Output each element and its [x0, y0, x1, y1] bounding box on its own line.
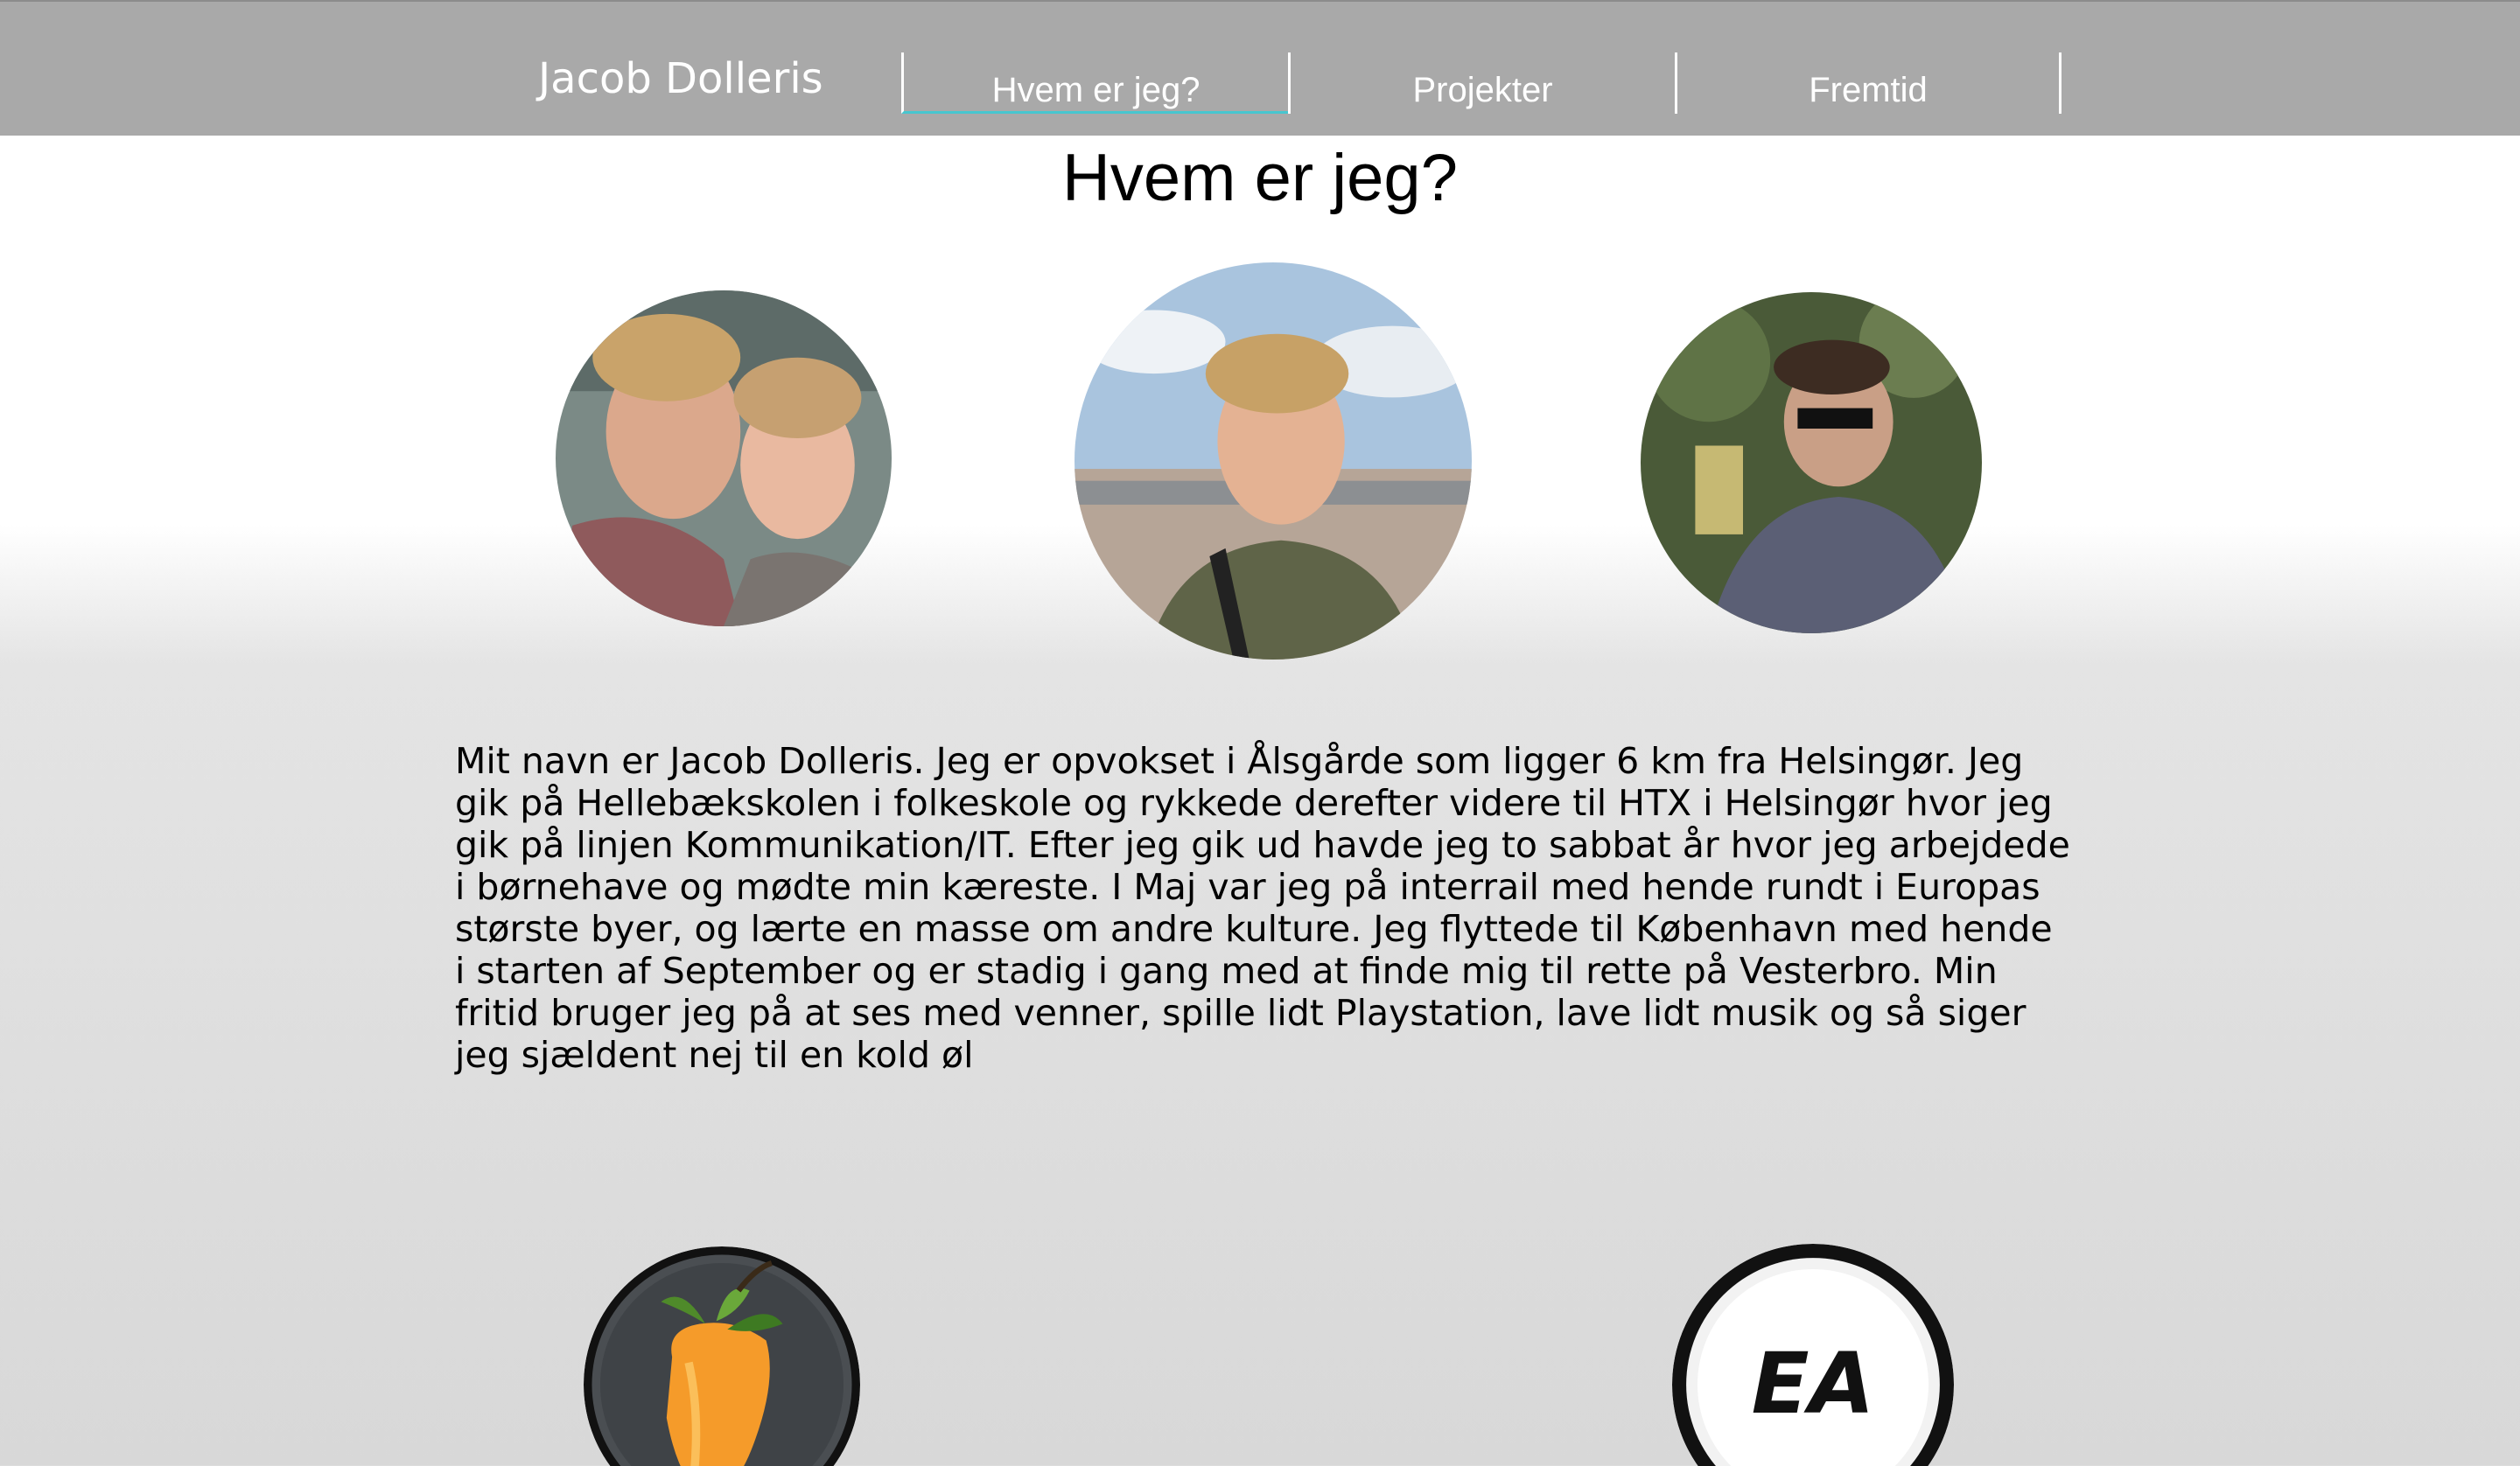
photo-city-portrait: [1074, 262, 1472, 660]
photo-couple: [556, 290, 892, 626]
top-navbar: Jacob Dolleris Hvem er jeg? Projekter Fr…: [0, 0, 2520, 136]
bio-paragraph: Mit navn er Jacob Dolleris. Jeg er opvok…: [455, 740, 2070, 1076]
ea-logo-text: EA: [1752, 1334, 1875, 1433]
nav-item-hvem-er-jeg[interactable]: Hvem er jeg?: [901, 52, 1288, 114]
site-brand[interactable]: Jacob Dolleris: [538, 54, 823, 103]
nav-item-fremtid[interactable]: Fremtid: [1675, 52, 2062, 114]
fl-studio-logo-icon[interactable]: [584, 1246, 860, 1466]
ea-logo-icon[interactable]: EA: [1672, 1244, 1954, 1466]
photo-sunglasses: [1641, 292, 1982, 633]
nav-item-projekter[interactable]: Projekter: [1288, 52, 1675, 114]
page-title: Hvem er jeg?: [1062, 141, 1458, 215]
